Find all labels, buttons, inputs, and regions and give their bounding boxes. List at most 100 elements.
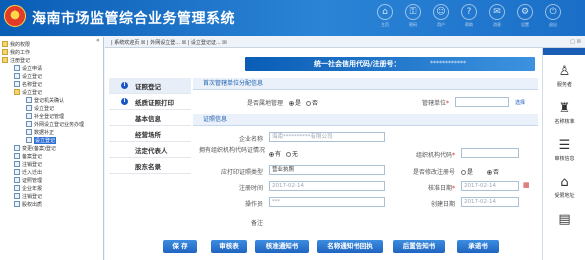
- tree-item[interactable]: 证照管理: [14, 176, 42, 184]
- toolbar-button[interactable]: 保 存: [163, 240, 197, 253]
- form-area: 首次管辖单位分配信息 是否属地管理 是 否 管辖单位* 选择 证照信息 企业名称…: [193, 78, 538, 228]
- power-button[interactable]: ⏻ 退出: [542, 4, 564, 34]
- right-rail: ♙ 服务者 ♜ 名称核准 ☰ 审核信息 ⌂ 受限地址 ▤: [542, 48, 585, 260]
- user-button[interactable]: ☺ 用户: [430, 4, 452, 34]
- tree-item[interactable]: 设立登记: [26, 104, 54, 112]
- jurisdiction-radio[interactable]: 是 否: [289, 98, 318, 107]
- message-button[interactable]: ✉ 消息: [486, 4, 508, 34]
- tree-item-label: 登记机关确认: [34, 97, 65, 104]
- create-date-input[interactable]: 2017-02-14: [461, 197, 519, 207]
- tab-list[interactable]: | 系统欢迎页 ☒ | 外网设立登... ☒ | 设立登记证... ☒: [111, 39, 227, 46]
- approve-date-input[interactable]: 2017-02-14: [461, 181, 519, 191]
- operator-input[interactable]: ***: [269, 197, 385, 207]
- toolbar-button[interactable]: 承诺书: [457, 240, 499, 253]
- tree-item[interactable]: 数据补正: [26, 128, 54, 136]
- tree-item[interactable]: 我的权限: [2, 40, 30, 48]
- toolbar-button[interactable]: 名称通知书回执: [317, 240, 383, 253]
- person-rail-button[interactable]: ♙ 服务者: [543, 64, 585, 94]
- radio-none[interactable]: [285, 152, 291, 157]
- select-link[interactable]: 选择: [515, 99, 525, 106]
- checklist-rail-button[interactable]: ☰ 审核信息: [543, 138, 585, 168]
- form-nav-label: 基本信息: [135, 114, 161, 123]
- page-icon: [26, 97, 32, 103]
- company-name-input[interactable]: 海南**********有限公司: [269, 132, 385, 142]
- home-button[interactable]: ⌂ 主页: [374, 4, 396, 34]
- tree-item-label: 名称登记: [22, 81, 43, 88]
- uscc-label: 统一社会信用代码/注册号：: [314, 60, 401, 68]
- checklist-icon: ☰: [558, 138, 571, 153]
- cert-type-input[interactable]: 营业执照: [269, 165, 385, 175]
- nav-tree: « 我的权限 我的工作 注册登记 设立申请 设立登记 名称登记 设立登记 登记机关确认 设立登记…: [0, 37, 104, 260]
- radio-yes[interactable]: [289, 101, 294, 106]
- tree-item[interactable]: 注销登记: [14, 192, 42, 200]
- page-icon: [14, 145, 20, 151]
- reg-time-input[interactable]: 2017-02-14: [269, 181, 385, 191]
- tree-item[interactable]: 设立申请: [14, 64, 42, 72]
- page-icon: [14, 185, 20, 191]
- toolbar-button[interactable]: 后置告知书: [393, 240, 445, 253]
- tree-item[interactable]: 设立登记: [14, 72, 42, 80]
- settings-button[interactable]: ⚙ 设置: [514, 4, 536, 34]
- tree-item[interactable]: 名称登记: [14, 80, 42, 88]
- tree-item[interactable]: 企业年报: [14, 184, 42, 192]
- radio-change-yes[interactable]: [461, 170, 466, 175]
- top-band: 统一社会信用代码/注册号： ************: [105, 48, 542, 76]
- tree-item-label: 变更(备案)登记: [22, 145, 56, 152]
- tree-item[interactable]: 补全登记管理: [26, 112, 64, 120]
- rail-header: [543, 48, 585, 55]
- page-icon: [14, 161, 20, 167]
- rail-label: 受限地址: [554, 193, 575, 199]
- radio-change-no[interactable]: [486, 170, 492, 175]
- clipboard-rail-button[interactable]: ▤: [543, 212, 585, 242]
- rail-label: 审核信息: [554, 156, 575, 162]
- tree-item[interactable]: 设立登记: [14, 88, 42, 96]
- page-icon: [14, 81, 20, 87]
- page-icon: [14, 193, 20, 199]
- form-nav-item[interactable]: i 证照登记: [109, 78, 191, 94]
- form-nav-item[interactable]: 股东名录: [109, 158, 191, 174]
- tree-item[interactable]: 注册登记: [2, 56, 30, 64]
- main-panel: 统一社会信用代码/注册号： ************ i 证照登记 i 纸质证照打印基…: [105, 48, 542, 260]
- tree-item[interactable]: 设立登记: [26, 136, 57, 144]
- calendar-icon[interactable]: ▦: [523, 181, 530, 189]
- tree-item[interactable]: 迁入迁出: [14, 168, 42, 176]
- tree-item[interactable]: 我的工作: [2, 48, 30, 56]
- folder-icon: [2, 41, 8, 47]
- home-address-rail-button[interactable]: ⌂ 受限地址: [543, 175, 585, 205]
- radio-has[interactable]: [269, 152, 274, 157]
- form-nav-label: 法定代表人: [135, 146, 168, 155]
- tree-item[interactable]: 外网设立登记业务办理: [26, 120, 84, 128]
- home-icon: ⌂: [377, 4, 393, 20]
- tree-item-label: 设立登记: [22, 73, 43, 80]
- form-nav-item[interactable]: i 纸质证照打印: [109, 94, 191, 110]
- collapse-icon[interactable]: «: [96, 37, 100, 44]
- toolbar-button[interactable]: 核准通知书: [255, 240, 309, 253]
- tree-item[interactable]: 备案登记: [14, 152, 42, 160]
- help-button[interactable]: ? 帮助: [458, 4, 480, 34]
- account-rail-button[interactable]: ♜ 名称核准: [543, 101, 585, 131]
- tree-item[interactable]: 注销登记: [14, 160, 42, 168]
- toolbar-button[interactable]: 审核表: [211, 240, 247, 253]
- unit-input[interactable]: [455, 97, 509, 107]
- form-nav-item[interactable]: 基本信息: [109, 110, 191, 126]
- form-nav-item[interactable]: 经营场所: [109, 126, 191, 142]
- radio-no[interactable]: [305, 101, 311, 106]
- header-button-label: 退出: [549, 22, 557, 27]
- tree-item[interactable]: 股权出质: [14, 200, 42, 208]
- tree-item[interactable]: 变更(备案)登记: [14, 144, 56, 152]
- form-nav-label: 经营场所: [135, 130, 161, 139]
- tab-strip: | 系统欢迎页 ☒ | 外网设立登... ☒ | 设立登记证... ☒ □ ☒: [105, 37, 585, 48]
- org-code-input[interactable]: [461, 148, 519, 158]
- lock-button[interactable]: ⚿ 密码: [402, 4, 424, 34]
- company-name-label: 企业名称: [238, 136, 263, 143]
- org-code-radio[interactable]: 有 无: [269, 149, 298, 158]
- tree-item[interactable]: 登记机关确认: [26, 96, 64, 104]
- form-nav-item[interactable]: 法定代表人: [109, 142, 191, 158]
- lock-icon: ⚿: [405, 4, 421, 20]
- emblem-icon: ★: [4, 5, 26, 27]
- window-controls[interactable]: □ ☒: [570, 39, 581, 45]
- message-icon: ✉: [489, 4, 505, 20]
- page-icon: [26, 105, 32, 111]
- need-change-radio[interactable]: 是 否: [461, 167, 499, 176]
- account-icon: ♜: [558, 101, 571, 116]
